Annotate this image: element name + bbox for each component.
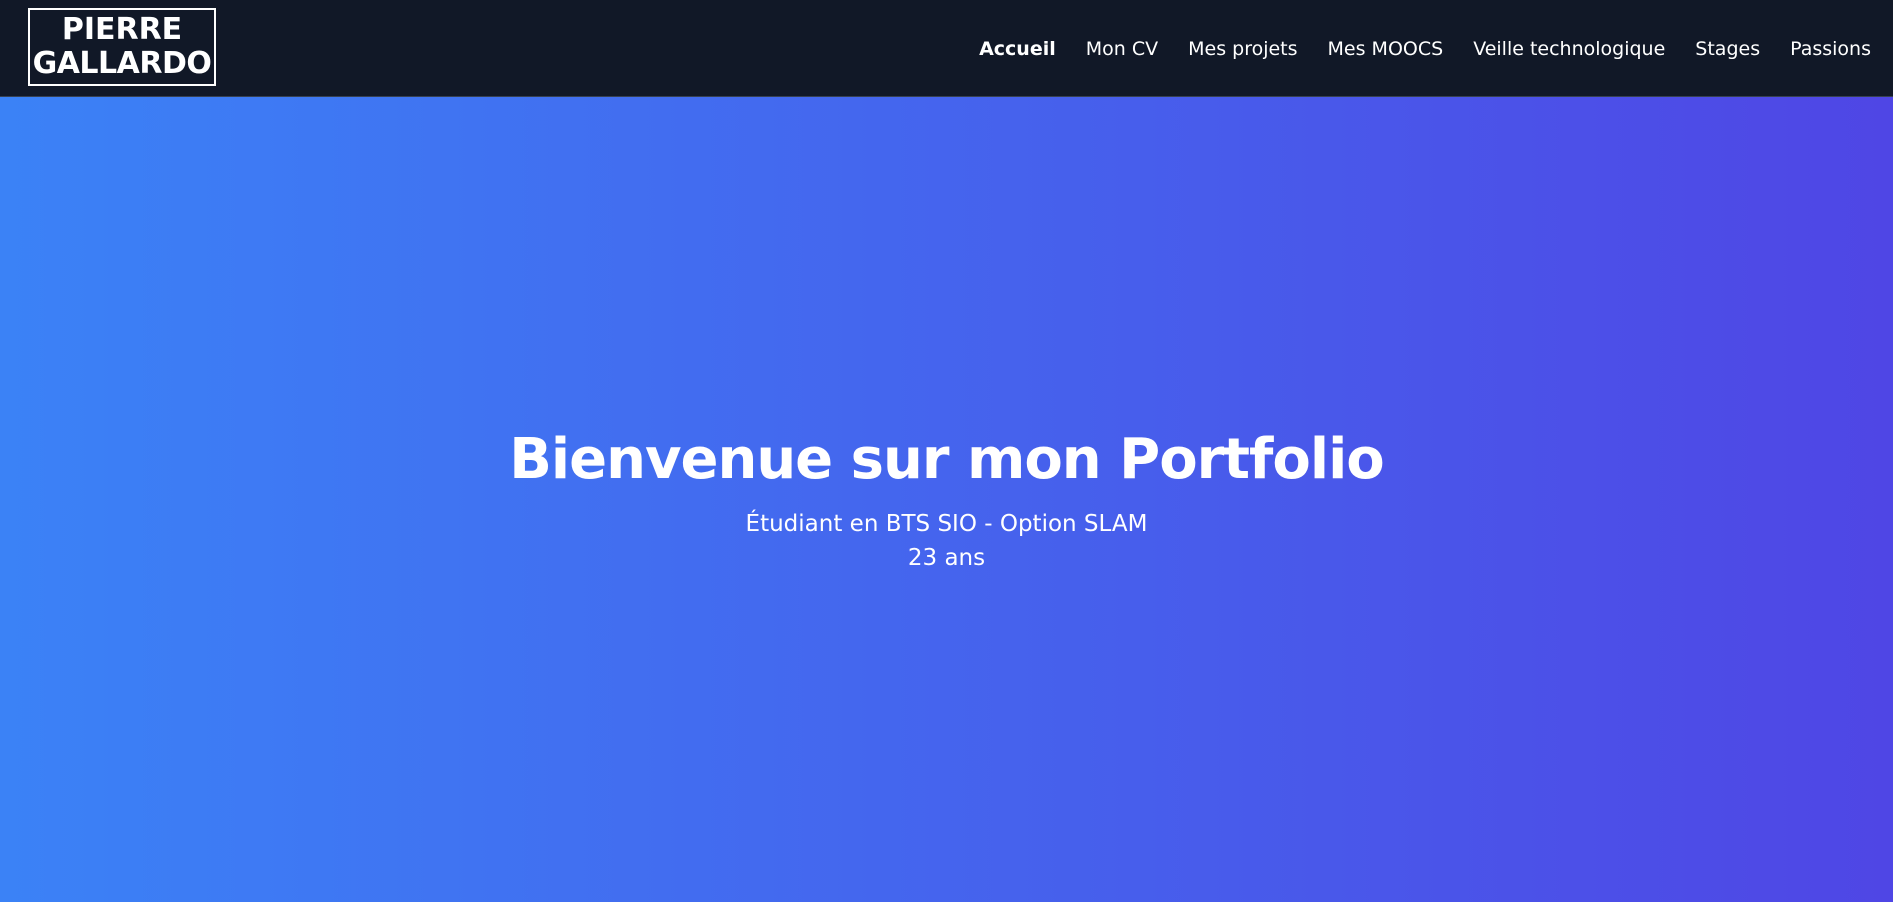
page: PIERRE GALLARDO Accueil Mon CV Mes proje… [0,0,1893,902]
nav-link-stages[interactable]: Stages [1695,38,1760,60]
logo-first-name: PIERRE [61,12,183,47]
main-navigation: Accueil Mon CV Mes projets Mes MOOCS Vei… [979,0,1871,97]
nav-link-mes-projets[interactable]: Mes projets [1188,38,1297,60]
logo-last-name: GALLARDO [32,46,212,81]
hero-subtitle: Étudiant en BTS SIO - Option SLAM [745,510,1148,537]
hero-section: Bienvenue sur mon Portfolio Étudiant en … [0,97,1893,902]
nav-link-passions[interactable]: Passions [1790,38,1871,60]
nav-link-mon-cv[interactable]: Mon CV [1086,38,1158,60]
hero-title: Bienvenue sur mon Portfolio [509,426,1385,492]
nav-link-veille-technologique[interactable]: Veille technologique [1473,38,1665,60]
nav-link-mes-moocs[interactable]: Mes MOOCS [1328,38,1444,60]
site-logo[interactable]: PIERRE GALLARDO [28,8,216,86]
nav-link-accueil[interactable]: Accueil [979,38,1056,60]
navbar: PIERRE GALLARDO Accueil Mon CV Mes proje… [0,0,1893,97]
hero-age: 23 ans [907,544,986,571]
